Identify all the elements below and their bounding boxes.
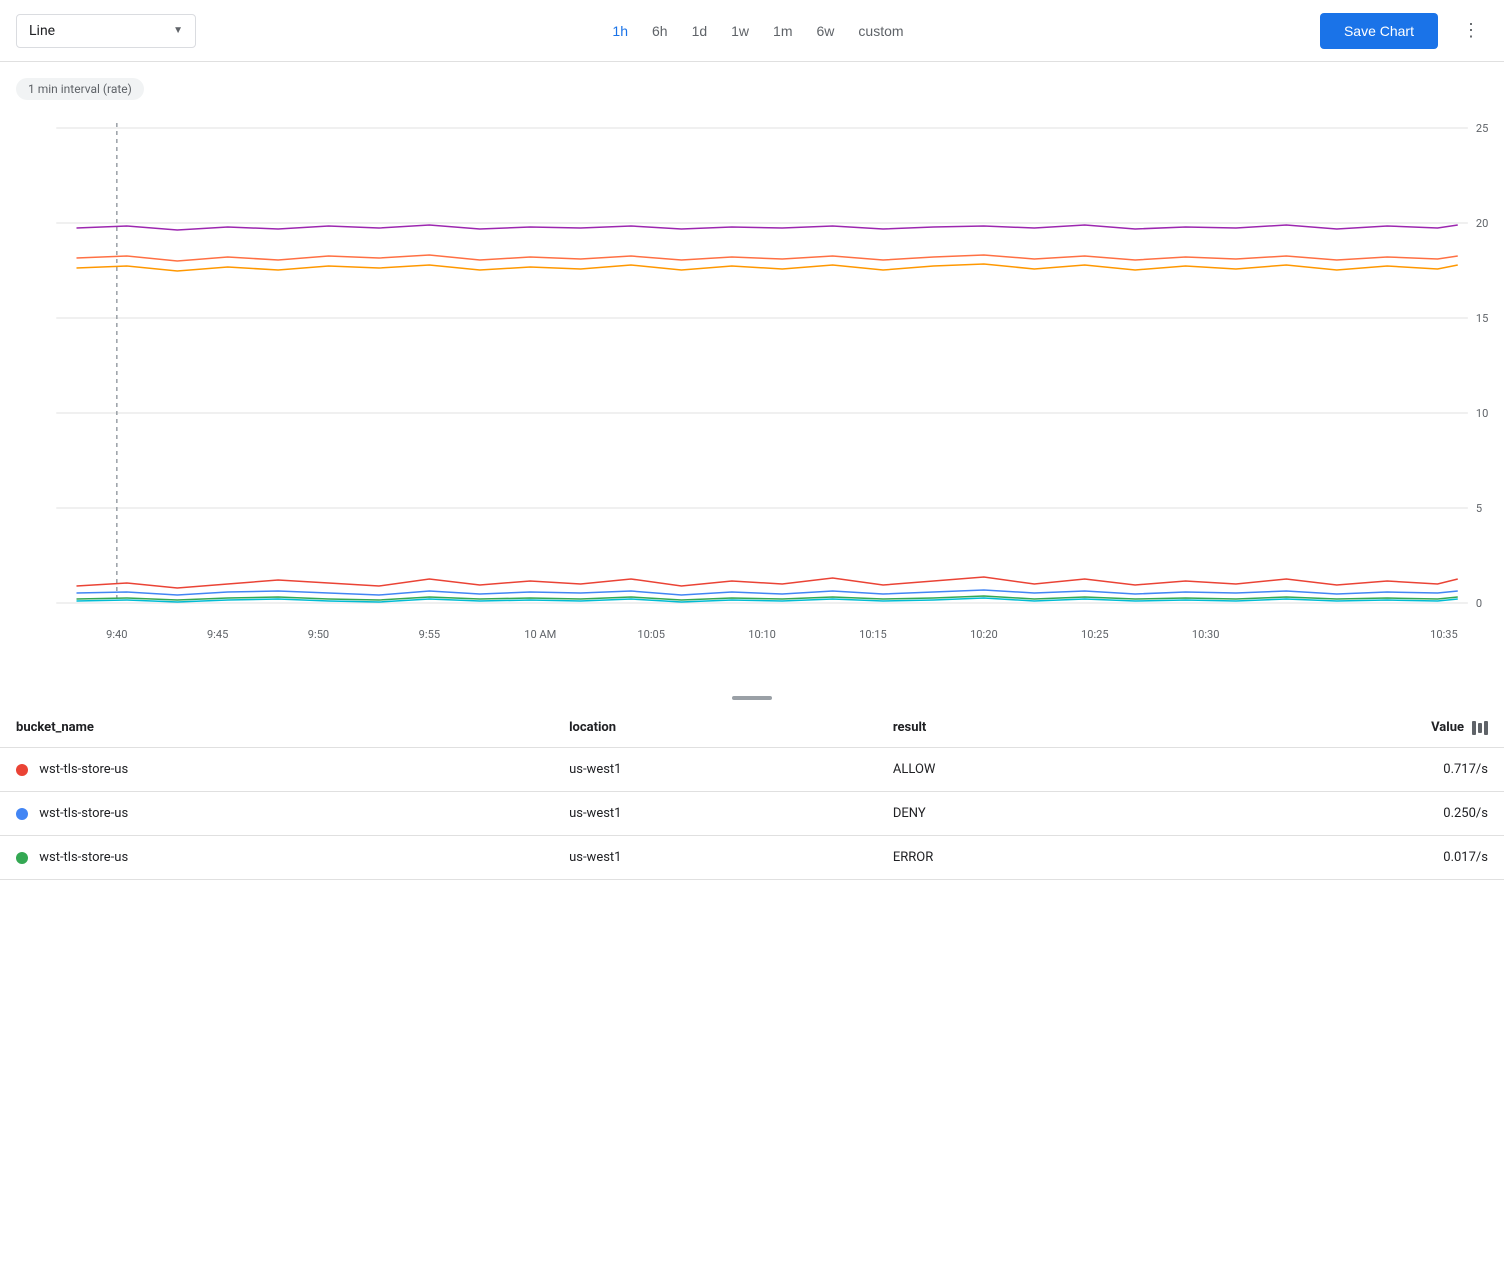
- bucket-name-value: wst-tls-store-us: [39, 806, 128, 821]
- table-row: wst-tls-store-us us-west1 ALLOW 0.717/s: [0, 748, 1504, 792]
- svg-text:5: 5: [1476, 502, 1482, 515]
- series-dot: [16, 808, 28, 820]
- time-btn-1w[interactable]: 1w: [721, 17, 759, 45]
- chart-container: 25 20 15 10 5 0 9:40 9:45 9:50 9:55 10 A…: [16, 108, 1488, 688]
- svg-text:10:05: 10:05: [637, 628, 665, 641]
- toolbar: Line ▼ 1h6h1d1w1m6wcustom Save Chart ⋮: [0, 0, 1504, 62]
- col-header-value: Value: [1163, 708, 1504, 748]
- chart-type-dropdown[interactable]: Line ▼: [16, 14, 196, 48]
- location-cell: us-west1: [553, 792, 877, 836]
- location-cell: us-west1: [553, 836, 877, 880]
- svg-text:10 AM: 10 AM: [524, 628, 556, 641]
- bucket-name-cell: wst-tls-store-us: [0, 792, 553, 836]
- svg-text:10:10: 10:10: [748, 628, 776, 641]
- svg-text:10:35: 10:35: [1430, 628, 1458, 641]
- time-btn-custom[interactable]: custom: [848, 17, 913, 45]
- series-dot: [16, 764, 28, 776]
- svg-text:10:15: 10:15: [859, 628, 887, 641]
- columns-icon[interactable]: [1472, 721, 1488, 735]
- more-options-button[interactable]: ⋮: [1454, 12, 1488, 49]
- chart-type-label: Line: [29, 23, 55, 39]
- time-btn-1d[interactable]: 1d: [682, 17, 718, 45]
- svg-text:9:50: 9:50: [308, 628, 329, 641]
- col-bar-1: [1472, 721, 1476, 735]
- scroll-handle[interactable]: [0, 688, 1504, 708]
- time-btn-6h[interactable]: 6h: [642, 17, 678, 45]
- col-header-bucket-name: bucket_name: [0, 708, 553, 748]
- svg-text:15: 15: [1476, 312, 1488, 325]
- location-cell: us-west1: [553, 748, 877, 792]
- svg-text:9:40: 9:40: [106, 628, 127, 641]
- dropdown-arrow-icon: ▼: [173, 25, 183, 36]
- bucket-name-cell: wst-tls-store-us: [0, 748, 553, 792]
- svg-text:10:25: 10:25: [1081, 628, 1109, 641]
- svg-text:9:45: 9:45: [207, 628, 228, 641]
- col-bar-3: [1484, 721, 1488, 735]
- result-cell: DENY: [877, 792, 1163, 836]
- svg-text:25: 25: [1476, 122, 1488, 135]
- value-cell: 0.717/s: [1163, 748, 1504, 792]
- col-header-location: location: [553, 708, 877, 748]
- time-controls: 1h6h1d1w1m6wcustom: [212, 17, 1304, 45]
- interval-badge: 1 min interval (rate): [16, 78, 144, 100]
- time-btn-6w[interactable]: 6w: [807, 17, 845, 45]
- legend-table-body: wst-tls-store-us us-west1 ALLOW 0.717/s …: [0, 748, 1504, 880]
- scroll-bar: [732, 696, 772, 700]
- bucket-name-value: wst-tls-store-us: [39, 762, 128, 777]
- time-btn-1h[interactable]: 1h: [602, 17, 638, 45]
- result-cell: ALLOW: [877, 748, 1163, 792]
- svg-text:10: 10: [1476, 407, 1488, 420]
- chart-svg: 25 20 15 10 5 0 9:40 9:45 9:50 9:55 10 A…: [16, 108, 1488, 688]
- value-cell: 0.250/s: [1163, 792, 1504, 836]
- chart-area: 1 min interval (rate) 25 20 15 10 5 0 9:…: [0, 62, 1504, 688]
- series-dot: [16, 852, 28, 864]
- legend-table-header: bucket_name location result Value: [0, 708, 1504, 748]
- result-cell: ERROR: [877, 836, 1163, 880]
- svg-text:9:55: 9:55: [419, 628, 440, 641]
- value-column-label: Value: [1431, 720, 1464, 735]
- table-row: wst-tls-store-us us-west1 DENY 0.250/s: [0, 792, 1504, 836]
- value-cell: 0.017/s: [1163, 836, 1504, 880]
- svg-text:10:30: 10:30: [1192, 628, 1220, 641]
- table-row: wst-tls-store-us us-west1 ERROR 0.017/s: [0, 836, 1504, 880]
- col-header-result: result: [877, 708, 1163, 748]
- bucket-name-value: wst-tls-store-us: [39, 850, 128, 865]
- svg-text:20: 20: [1476, 217, 1488, 230]
- col-bar-2: [1478, 723, 1482, 733]
- svg-text:0: 0: [1476, 597, 1482, 610]
- time-btn-1m[interactable]: 1m: [763, 17, 802, 45]
- svg-text:10:20: 10:20: [970, 628, 998, 641]
- save-chart-button[interactable]: Save Chart: [1320, 13, 1438, 49]
- bucket-name-cell: wst-tls-store-us: [0, 836, 553, 880]
- legend-table: bucket_name location result Value wst-tl…: [0, 708, 1504, 880]
